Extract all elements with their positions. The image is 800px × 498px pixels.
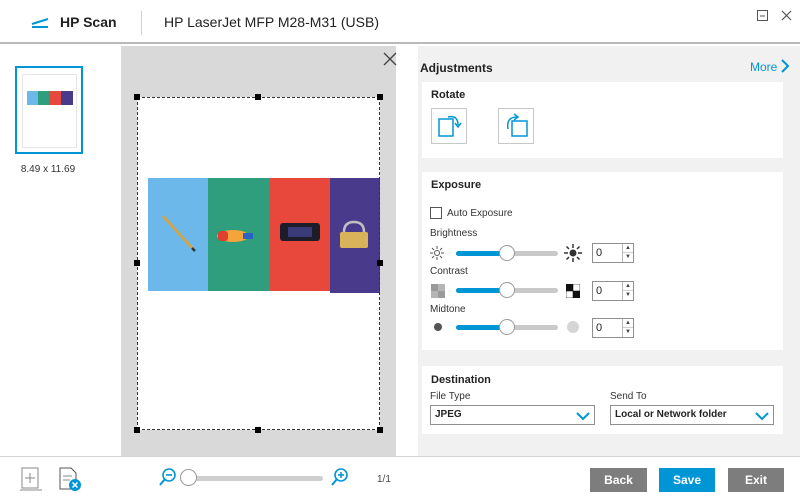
page-thumbnail[interactable]: [15, 66, 83, 154]
file-type-value: JPEG: [435, 409, 462, 420]
midtone-value[interactable]: 0: [596, 322, 602, 334]
title-divider: [141, 11, 142, 35]
crop-handle-right[interactable]: [377, 260, 383, 266]
crop-handle-top-right[interactable]: [377, 94, 383, 100]
stepper-down-icon[interactable]: ▼: [623, 328, 633, 337]
crop-handle-bottom-left[interactable]: [134, 427, 140, 433]
send-to-value: Local or Network folder: [615, 409, 727, 420]
destination-title: Destination: [431, 374, 491, 386]
brightness-stepper[interactable]: 0 ▲ ▼: [592, 243, 634, 263]
rotate-title: Rotate: [431, 89, 466, 101]
midtone-stepper-arrows[interactable]: ▲ ▼: [622, 319, 633, 337]
midtone-slider-knob[interactable]: [499, 319, 515, 335]
brightness-slider-knob[interactable]: [499, 245, 515, 261]
zoom-slider[interactable]: [186, 476, 323, 481]
midtone-stepper[interactable]: 0 ▲ ▼: [592, 318, 634, 338]
crop-frame[interactable]: [137, 97, 380, 430]
crop-handle-top-left[interactable]: [134, 94, 140, 100]
title-bar: HP Scan HP LaserJet MFP M28-M31 (USB): [0, 0, 800, 44]
contrast-value[interactable]: 0: [596, 285, 602, 297]
thumbnail-image: [27, 91, 73, 105]
chevron-down-icon: [755, 412, 769, 421]
contrast-high-icon: [566, 284, 580, 298]
send-to-select[interactable]: Local or Network folder: [610, 405, 774, 425]
midtone-light-icon: [567, 321, 579, 333]
close-preview-icon[interactable]: [383, 52, 397, 66]
chevron-down-icon: [576, 412, 590, 421]
save-button[interactable]: Save: [659, 468, 715, 492]
contrast-slider-knob[interactable]: [499, 282, 515, 298]
crop-handle-top[interactable]: [255, 94, 261, 100]
contrast-stepper-arrows[interactable]: ▲ ▼: [622, 282, 633, 300]
brightness-stepper-arrows[interactable]: ▲ ▼: [622, 244, 633, 262]
delete-page-icon[interactable]: [56, 466, 82, 492]
brightness-low-icon: [430, 246, 444, 260]
auto-exposure-label: Auto Exposure: [447, 208, 513, 219]
midtone-label: Midtone: [430, 304, 466, 315]
thumbnail-size-caption: 8.49 x 11.69: [20, 164, 76, 175]
rotate-left-button[interactable]: [431, 108, 467, 144]
crop-handle-bottom[interactable]: [255, 427, 261, 433]
brightness-value[interactable]: 0: [596, 247, 602, 259]
adjustments-title: Adjustments: [420, 61, 493, 75]
exposure-title: Exposure: [431, 179, 482, 191]
send-to-label: Send To: [610, 391, 647, 402]
midtone-dark-icon: [434, 323, 442, 331]
add-page-icon[interactable]: [18, 466, 44, 492]
chevron-right-icon[interactable]: [780, 59, 790, 73]
stepper-down-icon[interactable]: ▼: [623, 291, 633, 300]
file-type-label: File Type: [430, 391, 471, 402]
hp-scan-logo-icon: [31, 18, 49, 28]
brightness-label: Brightness: [430, 228, 478, 239]
more-link[interactable]: More: [750, 60, 777, 74]
zoom-in-icon[interactable]: [330, 467, 350, 487]
stepper-up-icon[interactable]: ▲: [623, 319, 633, 328]
device-name: HP LaserJet MFP M28-M31 (USB): [164, 14, 379, 30]
exit-button[interactable]: Exit: [728, 468, 784, 492]
rotate-left-icon: [438, 115, 462, 137]
page-count: 1/1: [377, 474, 391, 485]
crop-handle-bottom-right[interactable]: [377, 427, 383, 433]
rotate-right-button[interactable]: [498, 108, 534, 144]
file-type-select[interactable]: JPEG: [430, 405, 595, 425]
contrast-label: Contrast: [430, 266, 468, 277]
rotate-card: [422, 82, 783, 158]
minimize-icon[interactable]: [757, 10, 768, 21]
thumbnail-strip: 8.49 x 11.69: [0, 46, 102, 456]
close-window-icon[interactable]: [781, 10, 792, 21]
rotate-right-icon: [506, 113, 528, 137]
auto-exposure-checkbox[interactable]: [430, 207, 442, 219]
contrast-stepper[interactable]: 0 ▲ ▼: [592, 281, 634, 301]
brightness-high-icon: [564, 244, 582, 262]
app-name: HP Scan: [60, 14, 117, 30]
back-button[interactable]: Back: [590, 468, 647, 492]
zoom-slider-knob[interactable]: [180, 469, 197, 486]
zoom-out-icon[interactable]: [158, 467, 178, 487]
stepper-down-icon[interactable]: ▼: [623, 253, 633, 262]
thumbnail-page: [22, 74, 77, 148]
stepper-up-icon[interactable]: ▲: [623, 244, 633, 253]
crop-handle-left[interactable]: [134, 260, 140, 266]
stepper-up-icon[interactable]: ▲: [623, 282, 633, 291]
contrast-low-icon: [431, 284, 445, 298]
